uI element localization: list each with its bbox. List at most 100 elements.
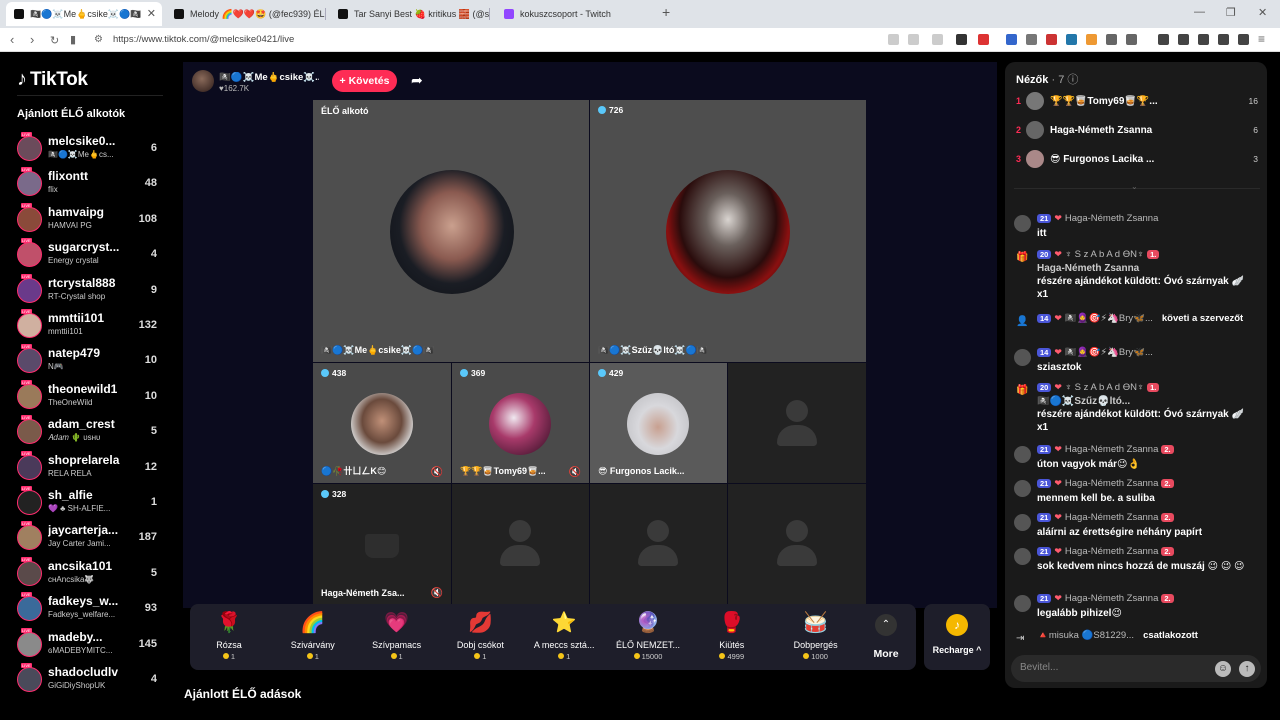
- viewers-title[interactable]: Nézők · 7 ⓘ: [1016, 71, 1078, 87]
- url-text[interactable]: https://www.tiktok.com/@melcsike0421/liv…: [113, 34, 294, 45]
- extension-icon[interactable]: [1086, 34, 1097, 45]
- host-name[interactable]: 🏴‍☠️🔵☠️Me🖕csike☠️...: [219, 72, 319, 83]
- chat-username[interactable]: Haga-Németh Zsanna: [1065, 213, 1158, 224]
- translate-icon[interactable]: [888, 34, 899, 45]
- browser-tab[interactable]: Tar Sanyi Best 🍓 kritikus 🧱 (@szoy...: [330, 2, 490, 26]
- creator-viewer-count: 48: [144, 177, 157, 190]
- new-tab-button[interactable]: +: [662, 4, 670, 20]
- browser-tab-active[interactable]: 🏴‍☠️🔵☠️Me🖕csike☠️🔵🏴‍☠️ ✕: [6, 2, 162, 26]
- recharge-button[interactable]: ♪ Recharge ^: [924, 604, 990, 670]
- share-page-icon[interactable]: [932, 34, 943, 45]
- host-avatar[interactable]: [192, 70, 214, 92]
- extension-icon[interactable]: [1126, 34, 1137, 45]
- cohost-video-cell[interactable]: 726 🏴‍☠️🔵☠️Szűz💀ltó☠️🔵🏴‍☠️: [590, 100, 866, 362]
- gift-item[interactable]: 🥁 Dobpergés 1000: [776, 610, 856, 661]
- send-icon[interactable]: ↑: [1239, 661, 1255, 677]
- media-icon[interactable]: [1158, 34, 1169, 45]
- more-gifts-button[interactable]: ⌃ More: [862, 614, 910, 660]
- forward-icon[interactable]: ›: [30, 32, 34, 47]
- chat-username[interactable]: ♆ S z A b A d ƟN♆: [1065, 382, 1144, 393]
- chevron-down-icon[interactable]: ⌄: [1131, 182, 1138, 191]
- info-icon[interactable]: ⓘ: [1067, 74, 1078, 86]
- menu-icon[interactable]: ≡: [1258, 32, 1265, 46]
- creator-item[interactable]: LIVE natep479 N🎮 10: [17, 344, 162, 378]
- extension-icon[interactable]: [1106, 34, 1117, 45]
- restore-icon[interactable]: ❐: [1226, 6, 1236, 19]
- chat-username[interactable]: Haga-Németh Zsanna: [1065, 444, 1158, 455]
- chat-username[interactable]: Haga-Németh Zsanna: [1065, 512, 1158, 523]
- extension-icon[interactable]: [1026, 34, 1037, 45]
- creator-item[interactable]: LIVE sh_alfie 💜 ♣ SH-ALFIE... 1: [17, 486, 162, 520]
- site-settings-icon[interactable]: ⚙: [94, 34, 103, 45]
- chat-username[interactable]: Haga-Németh Zsanna: [1065, 478, 1158, 489]
- gift-item[interactable]: 🌈 Szivárvány 1: [273, 610, 353, 661]
- creator-item[interactable]: LIVE rtcrystal888 RT-Crystal shop 9: [17, 273, 162, 308]
- viewer-count-value: 438: [332, 368, 347, 378]
- creator-item[interactable]: LIVE ancsika101 ᴄʜAncsika🐺 5: [17, 556, 162, 591]
- security-icon[interactable]: [1238, 34, 1249, 45]
- reload-icon[interactable]: ↻: [50, 34, 59, 47]
- guest-cell[interactable]: 328 Haga-Németh Zsa... 🔇: [313, 484, 451, 604]
- guest-cell[interactable]: 369 🏆🏆🥃Tomy69🥃... 🔇: [452, 363, 589, 483]
- tab-close-icon[interactable]: ✕: [147, 7, 156, 20]
- zoom-icon[interactable]: [908, 34, 919, 45]
- creator-item[interactable]: LIVE madeby... ɢMADEBYMITC... 145: [17, 627, 162, 662]
- follow-button[interactable]: + Követés: [332, 70, 397, 92]
- creator-item[interactable]: LIVE shadocludlv GiGiDiyShopUK 4: [17, 663, 162, 697]
- top-viewer-row[interactable]: 1 🏆🏆🥃Tomy69🥃🏆... 16: [1014, 90, 1260, 114]
- creator-item[interactable]: LIVE theonewild1 TheOneWild 10: [17, 379, 162, 414]
- extension-icon[interactable]: [1006, 34, 1017, 45]
- creator-item[interactable]: LIVE jaycarterja... Jay Carter Jami... 187: [17, 521, 162, 555]
- share-icon[interactable]: ➦: [411, 72, 423, 89]
- extension-icon[interactable]: [1066, 34, 1077, 45]
- host-video-cell[interactable]: ÉLŐ alkotó 🏴‍☠️🔵☠️Me🖕csike☠️🔵🏴‍☠️: [313, 100, 589, 362]
- creator-item[interactable]: LIVE fadkeys_w... Fadkeys_welfare... 93: [17, 592, 162, 626]
- emoji-icon[interactable]: ☺: [1215, 661, 1231, 677]
- creator-item[interactable]: LIVE adam_crest 𝐴𝑑𝑎𝑚 🌵 ᴜsʜᴜ 5: [17, 415, 162, 449]
- chat-username[interactable]: Haga-Németh Zsanna: [1065, 593, 1158, 604]
- top-viewer-row[interactable]: 2 Haga-Németh Zsanna 6: [1014, 119, 1260, 143]
- creator-item[interactable]: LIVE shoprelarela RELA RELA 12: [17, 450, 162, 485]
- chat-username[interactable]: ♆ S z A b A d ƟN♆: [1065, 249, 1144, 260]
- minimize-icon[interactable]: —: [1194, 6, 1205, 18]
- creator-item[interactable]: LIVE flixontt flix 48: [17, 167, 162, 201]
- creator-item[interactable]: LIVE melcsike0... 🏴‍☠️🔵☠️Me🖕cs... 6: [17, 132, 162, 166]
- tiktok-logo[interactable]: ♪ TikTok: [17, 68, 88, 91]
- creator-item[interactable]: LIVE mmttii101 mmttii101 132: [17, 309, 162, 343]
- gift-item[interactable]: 🥊 Kiütés 4999: [692, 610, 772, 661]
- guest-cell[interactable]: 429 😎 Furgonos Lacik...: [590, 363, 727, 483]
- empty-seat[interactable]: [452, 484, 589, 604]
- gift-item[interactable]: 💋 Dobj csókot 1: [440, 610, 520, 661]
- gift-item[interactable]: ⭐ A meccs sztá... 1: [524, 610, 604, 661]
- empty-seat[interactable]: [728, 484, 866, 604]
- live-badge: LIVE: [21, 132, 32, 137]
- downloads-icon[interactable]: [1198, 34, 1209, 45]
- browser-tab[interactable]: kokuszcsoport - Twitch: [496, 2, 656, 26]
- guest-cell[interactable]: 438 🔵🥀卄ㄩㄥK😊 🔇: [313, 363, 451, 483]
- gift-item[interactable]: 💗 Szívpamacs 1: [357, 610, 437, 661]
- creator-item[interactable]: LIVE sugarcryst... Energy crystal 4: [17, 238, 162, 272]
- coin-icon: [474, 653, 481, 659]
- gift-item[interactable]: 🌹 Rózsa 1: [189, 610, 269, 661]
- chat-username[interactable]: 🔺misuka 🔵S81229...: [1037, 630, 1134, 641]
- browser-tab[interactable]: Melody 🌈❤️❤️🤩 (@fec939) ÉLŐ: [166, 2, 326, 26]
- chat-username[interactable]: Haga-Németh Zsanna: [1065, 546, 1158, 557]
- host-video-face: [390, 170, 514, 294]
- top-viewer-row[interactable]: 3 😎 Furgonos Lacika ... 3: [1014, 148, 1260, 172]
- chat-username[interactable]: 🏴‍☠️🧕🎯⚡🦄Bry🦋...: [1065, 313, 1153, 324]
- creator-item[interactable]: LIVE hamvaipg HAMVAI PG 108: [17, 202, 162, 237]
- back-icon[interactable]: ‹: [10, 32, 14, 47]
- sidebar-icon[interactable]: [1178, 34, 1189, 45]
- empty-seat[interactable]: [728, 363, 866, 483]
- bookmark-icon[interactable]: ▮: [70, 33, 76, 46]
- empty-seat[interactable]: [590, 484, 727, 604]
- favorites-icon[interactable]: [1218, 34, 1229, 45]
- creator-name: rtcrystal888: [48, 275, 116, 290]
- chat-input[interactable]: [1020, 662, 1200, 673]
- alert-icon[interactable]: [978, 34, 989, 45]
- shield-icon[interactable]: [956, 34, 967, 45]
- chat-username[interactable]: 🏴‍☠️🧕🎯⚡🦄Bry🦋...: [1065, 347, 1153, 358]
- close-window-icon[interactable]: ✕: [1258, 6, 1267, 19]
- extension-icon[interactable]: [1046, 34, 1057, 45]
- gift-item[interactable]: 🔮 ÉLŐ NEMZET... 15000: [608, 610, 688, 661]
